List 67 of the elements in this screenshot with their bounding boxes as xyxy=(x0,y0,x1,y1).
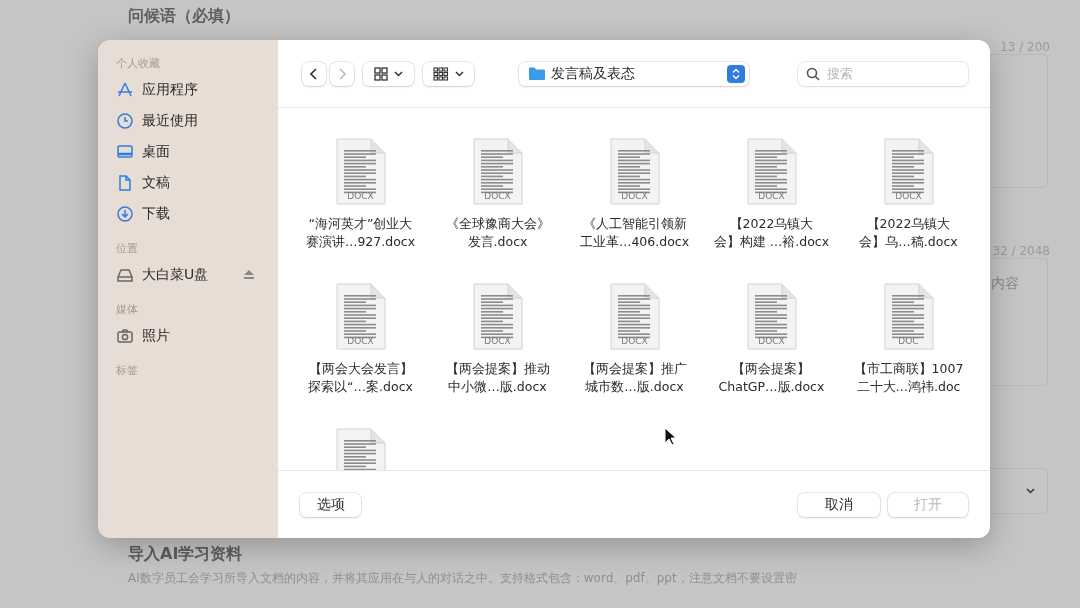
file-type-label: DOCX xyxy=(346,336,375,346)
location-popup[interactable]: 发言稿及表态 xyxy=(519,61,749,86)
file-type-label: DOCX xyxy=(346,191,375,201)
sidebar-item[interactable]: 最近使用 xyxy=(142,111,278,130)
section-title: 导入AI学习资料 xyxy=(128,544,244,565)
file-name[interactable]: 【2022乌镇大 会】构建 …裕.docx xyxy=(713,215,830,251)
sidebar-heading: 标签 xyxy=(116,363,139,379)
file-type-label: DOCX xyxy=(757,336,786,346)
sidebar-heading: 个人收藏 xyxy=(116,56,161,72)
document-icon xyxy=(333,283,388,351)
file-type-label: DOC xyxy=(897,336,920,346)
file-name[interactable]: 【两会提案】推动 中小微…版.docx xyxy=(445,360,550,396)
options-button[interactable]: 选项 xyxy=(300,492,361,517)
eject-icon[interactable] xyxy=(244,270,254,279)
file-name[interactable]: 《人工智能引领新 工业革…406.docx xyxy=(579,215,690,251)
chevron-down-icon xyxy=(1026,488,1035,494)
sidebar-item[interactable]: 文稿 xyxy=(142,173,278,192)
document-icon xyxy=(881,138,936,206)
document-icon xyxy=(470,138,525,206)
camera-icon xyxy=(116,326,134,345)
chevron-right-icon xyxy=(338,67,346,80)
view-mode-button[interactable] xyxy=(363,61,414,86)
stepper-icon xyxy=(727,64,745,83)
file-name[interactable]: 《全球豫商大会》 发言.docx xyxy=(445,215,550,251)
sidebar-item[interactable]: 大白菜U盘 xyxy=(142,265,236,284)
grid-icon xyxy=(433,66,449,81)
file-name[interactable]: 【两会大会发言】 探索以“…案.docx xyxy=(308,360,413,396)
desktop-icon xyxy=(116,142,134,161)
chevron-down-icon xyxy=(455,70,464,77)
document-icon xyxy=(333,138,388,206)
document-icon xyxy=(470,283,525,351)
sidebar-item[interactable]: 下载 xyxy=(142,204,278,223)
document-icon xyxy=(116,173,134,192)
file-name[interactable]: 【市工商联】1007 二十大…鸿祎.doc xyxy=(853,360,964,396)
sidebar-item[interactable]: 桌面 xyxy=(142,142,278,161)
section-title: 问候语（必填） xyxy=(128,6,241,27)
file-type-label: DOCX xyxy=(894,191,923,201)
search-field[interactable]: 搜索 xyxy=(798,61,968,86)
chevron-left-icon xyxy=(310,67,318,80)
document-icon xyxy=(744,138,799,206)
clock-icon xyxy=(116,111,134,130)
sidebar-item[interactable]: 应用程序 xyxy=(142,80,278,99)
file-name[interactable]: 【两会提案】 ChatGP…版.docx xyxy=(718,360,825,396)
cursor-icon xyxy=(664,427,676,446)
download-icon xyxy=(116,204,134,223)
document-icon xyxy=(744,283,799,351)
file-type-label: DOCX xyxy=(757,191,786,201)
file-name[interactable]: “海河英才”创业大 赛演讲…927.docx xyxy=(305,215,416,251)
back-button[interactable] xyxy=(302,61,326,86)
document-icon xyxy=(607,283,662,351)
file-type-label: DOCX xyxy=(620,336,649,346)
cancel-button[interactable]: 取消 xyxy=(798,492,880,517)
chevron-down-icon xyxy=(394,70,403,77)
grid-icon xyxy=(374,66,388,81)
app-store-icon xyxy=(116,80,134,99)
file-type-label: DOCX xyxy=(483,191,512,201)
file-name[interactable]: 【两会提案】推广 城市数…版.docx xyxy=(582,360,687,396)
group-button[interactable] xyxy=(423,61,474,86)
sidebar-heading: 媒体 xyxy=(116,302,139,318)
file-type-label: DOCX xyxy=(620,191,649,201)
file-type-label: DOCX xyxy=(483,336,512,346)
sidebar-heading: 位置 xyxy=(116,241,139,257)
folder-icon xyxy=(529,67,545,80)
sidebar-item[interactable]: 照片 xyxy=(142,326,278,345)
document-icon xyxy=(607,138,662,206)
file-name[interactable]: 【2022乌镇大 会】乌…稿.docx xyxy=(859,215,958,251)
document-icon xyxy=(881,283,936,351)
